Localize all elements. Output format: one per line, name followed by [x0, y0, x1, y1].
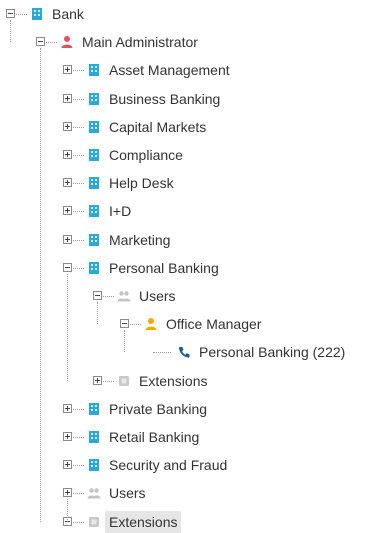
expand-toggle-icon[interactable] — [63, 65, 72, 75]
tree-node-private-banking[interactable]: Private Banking — [0, 398, 373, 420]
user-red-icon — [60, 35, 74, 49]
building-icon — [87, 92, 101, 106]
tree-node-business-banking[interactable]: Business Banking — [0, 88, 373, 110]
tree-node-label: Help Desk — [109, 175, 174, 192]
building-icon — [87, 458, 101, 472]
tree-node-root-extensions[interactable]: Extensions — [0, 510, 373, 533]
tree-node-label: Security and Fraud — [109, 457, 228, 474]
users-icon — [117, 289, 131, 303]
expand-toggle-icon[interactable] — [63, 432, 72, 441]
expand-toggle-icon[interactable] — [63, 206, 72, 216]
collapse-toggle-icon[interactable] — [36, 37, 45, 47]
building-icon — [87, 176, 101, 190]
building-icon — [87, 402, 101, 416]
collapse-toggle-icon[interactable] — [6, 9, 15, 18]
building-icon — [30, 7, 44, 21]
tree-node-help-desk[interactable]: Help Desk — [0, 172, 373, 194]
tree-guide-line — [67, 273, 68, 381]
tree-node-label: Bank — [52, 6, 84, 22]
building-icon — [87, 63, 101, 77]
tree-node-root-users[interactable]: Users — [0, 482, 373, 504]
tree-node-office-manager[interactable]: Office Manager — [0, 313, 373, 335]
building-icon — [87, 261, 101, 275]
tree-node-label: Extensions — [105, 510, 182, 533]
tree-guide-line — [67, 499, 68, 522]
tree-node-label: Users — [109, 485, 146, 502]
expand-toggle-icon[interactable] — [63, 93, 72, 103]
collapse-toggle-icon[interactable] — [93, 291, 102, 300]
expand-toggle-icon[interactable] — [63, 150, 72, 159]
tree-guide-line — [124, 330, 125, 353]
tree-node-label: Business Banking — [109, 90, 221, 107]
expand-toggle-icon[interactable] — [63, 178, 72, 188]
tree-node-label: Private Banking — [109, 400, 208, 417]
expand-toggle-icon[interactable] — [63, 121, 72, 131]
building-icon — [87, 430, 101, 444]
building-icon — [87, 204, 101, 218]
tree-guide-line — [40, 48, 41, 522]
tree-node-label: Asset Management — [109, 62, 230, 79]
phone-icon — [177, 345, 191, 359]
user-orange-icon — [144, 317, 158, 331]
tree-node-label: Extensions — [139, 372, 208, 389]
users-icon — [87, 486, 101, 500]
tree-node-label: I+D — [109, 203, 132, 220]
collapse-toggle-icon[interactable] — [63, 262, 72, 272]
building-icon — [87, 148, 101, 162]
org-tree: Bank Main Administrator Asset Management… — [0, 0, 373, 533]
tree-node-retail-banking[interactable]: Retail Banking — [0, 426, 373, 448]
tree-node-label: Personal Banking — [109, 259, 219, 276]
tree-node-personal-banking[interactable]: Personal Banking — [0, 257, 373, 279]
building-icon — [87, 120, 101, 134]
expand-toggle-icon[interactable] — [63, 234, 72, 244]
tree-node-i-d[interactable]: I+D — [0, 200, 373, 222]
building-icon — [87, 233, 101, 247]
tree-node-marketing[interactable]: Marketing — [0, 229, 373, 251]
tree-node-label: Personal Banking (222) — [199, 344, 346, 361]
collapse-toggle-icon[interactable] — [120, 319, 129, 329]
tree-node-capital-markets[interactable]: Capital Markets — [0, 116, 373, 138]
tree-node-label: Capital Markets — [109, 118, 207, 135]
tree-node-pb-extensions[interactable]: Extensions — [0, 370, 373, 392]
expand-toggle-icon[interactable] — [63, 488, 72, 498]
tree-node-label: Office Manager — [166, 316, 262, 333]
tree-node-main-admin[interactable]: Main Administrator — [0, 31, 373, 53]
tree-node-label: Users — [139, 288, 176, 304]
tree-node-asset-management[interactable]: Asset Management — [0, 59, 373, 81]
tree-node-security-fraud[interactable]: Security and Fraud — [0, 454, 373, 476]
tree-node-label: Retail Banking — [109, 429, 200, 445]
tree-node-compliance[interactable]: Compliance — [0, 144, 373, 166]
expand-toggle-icon[interactable] — [63, 460, 72, 470]
extensions-icon — [87, 515, 101, 529]
extensions-icon — [117, 374, 131, 388]
tree-node-bank[interactable]: Bank — [0, 3, 373, 25]
tree-node-label: Compliance — [109, 147, 183, 163]
tree-node-pb-extension[interactable]: Personal Banking (222) — [0, 341, 373, 363]
tree-guide-line — [97, 302, 98, 325]
expand-toggle-icon[interactable] — [63, 403, 72, 413]
tree-node-label: Main Administrator — [82, 34, 198, 51]
expand-toggle-icon[interactable] — [93, 375, 102, 385]
tree-guide-line — [10, 20, 11, 43]
tree-node-label: Marketing — [109, 231, 171, 248]
tree-node-pb-users[interactable]: Users — [0, 285, 373, 307]
